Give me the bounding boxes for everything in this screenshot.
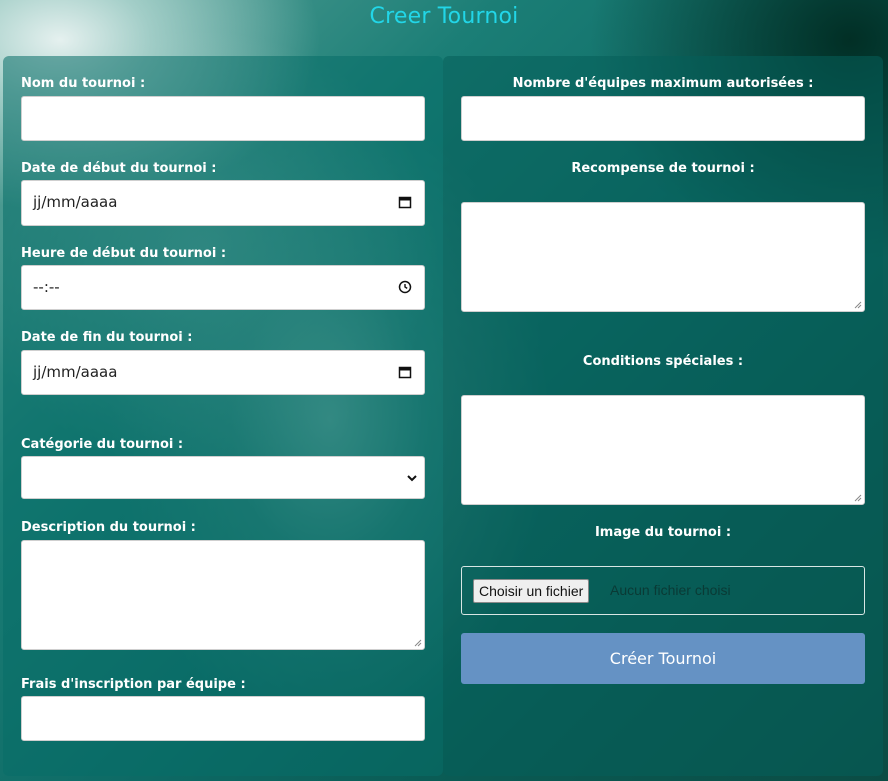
end-date-label: Date de fin du tournoi : [21, 330, 193, 345]
start-time-input[interactable]: --:-- [21, 265, 425, 310]
image-file-input[interactable]: Choisir un fichier Aucun fichier choisi [461, 566, 865, 615]
image-label: Image du tournoi : [594, 525, 732, 540]
choose-file-button[interactable]: Choisir un fichier [473, 579, 590, 603]
tournament-name-input[interactable] [21, 96, 425, 141]
reward-textarea[interactable] [461, 202, 865, 312]
fee-input[interactable] [21, 696, 425, 741]
description-textarea[interactable] [21, 540, 425, 650]
start-date-input[interactable]: jj/mm/aaaa [21, 180, 425, 226]
max-teams-input[interactable] [461, 96, 865, 141]
start-date-value: jj/mm/aaaa [33, 193, 118, 211]
clock-icon[interactable] [398, 280, 412, 294]
conditions-textarea[interactable] [461, 395, 865, 505]
calendar-icon[interactable] [398, 365, 412, 379]
start-date-label: Date de début du tournoi : [21, 161, 217, 176]
page-title: Creer Tournoi [369, 4, 519, 29]
end-date-input[interactable]: jj/mm/aaaa [21, 350, 425, 395]
tournament-name-label: Nom du tournoi : [21, 76, 146, 91]
resize-handle-icon[interactable] [854, 301, 862, 309]
file-status-text: Aucun fichier choisi [610, 582, 731, 598]
calendar-icon[interactable] [398, 195, 412, 209]
category-select[interactable] [21, 456, 425, 499]
resize-handle-icon[interactable] [414, 639, 422, 647]
resize-handle-icon[interactable] [854, 494, 862, 502]
conditions-label: Conditions spéciales : [582, 354, 744, 369]
fee-label: Frais d'inscription par équipe : [21, 677, 246, 692]
start-time-value: --:-- [33, 278, 60, 296]
reward-label: Recompense de tournoi : [571, 161, 755, 176]
category-label: Catégorie du tournoi : [21, 437, 184, 452]
end-date-value: jj/mm/aaaa [33, 363, 118, 381]
chevron-down-icon [407, 475, 417, 482]
start-time-label: Heure de début du tournoi : [21, 246, 227, 261]
description-label: Description du tournoi : [21, 520, 196, 535]
create-tournament-button[interactable]: Créer Tournoi [461, 633, 865, 684]
max-teams-label: Nombre d'équipes maximum autorisées : [512, 76, 814, 91]
